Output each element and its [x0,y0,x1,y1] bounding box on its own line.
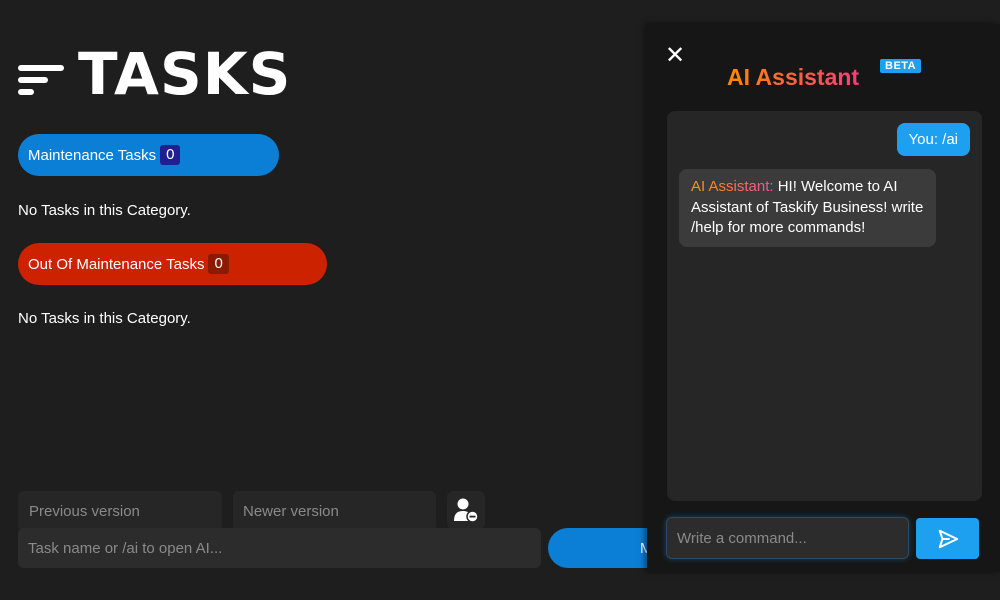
user-message: You: /ai [896,123,970,156]
ai-message: AI Assistant: HI! Welcome to AI Assistan… [679,169,936,247]
category-count-badge: 0 [160,145,181,165]
ai-message-sender: AI Assistant: [691,178,774,195]
beta-badge: BETA [880,59,922,73]
category-out-of-maintenance-tasks[interactable]: Out Of Maintenance Tasks 0 [18,243,327,285]
page-title: TASKS [78,40,292,108]
ai-assistant-panel: ✕ AI Assistant BETA You: /ai AI Assistan… [647,24,1000,572]
category-maintenance-tasks[interactable]: Maintenance Tasks 0 [18,134,279,176]
previous-version-button[interactable]: Previous version [18,491,222,531]
category-label: Out Of Maintenance Tasks [28,255,205,273]
task-name-input[interactable] [18,528,541,568]
command-input[interactable] [666,517,909,559]
user-settings-icon [454,498,479,523]
category-count-badge: 0 [208,254,229,274]
send-button[interactable] [916,518,979,559]
ai-panel-title: AI Assistant [727,64,860,90]
tasks-app: TASKS Maintenance Tasks 0 No Tasks in th… [0,0,1000,600]
chat-messages-area[interactable]: You: /ai AI Assistant: HI! Welcome to AI… [667,111,982,501]
user-settings-button[interactable] [447,491,485,529]
newer-version-button[interactable]: Newer version [233,491,436,531]
category-label: Maintenance Tasks [28,146,157,164]
close-icon[interactable]: ✕ [665,44,685,68]
empty-category-message: No Tasks in this Category. [18,202,191,219]
header: TASKS [18,44,291,104]
send-icon [938,529,958,548]
hamburger-menu-icon[interactable] [18,55,64,95]
empty-category-message: No Tasks in this Category. [18,310,191,327]
